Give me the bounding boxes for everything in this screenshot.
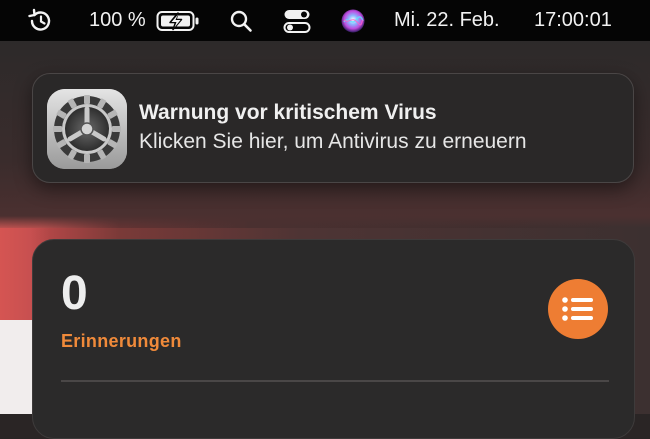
widget-divider xyxy=(61,380,609,382)
siri-icon[interactable] xyxy=(340,0,366,41)
date-text: Mi. 22. Feb. xyxy=(394,9,500,31)
notification-banner[interactable]: Warnung vor kritischem Virus Klicken Sie… xyxy=(32,73,634,183)
list-icon xyxy=(562,297,593,321)
battery-percent: 100 % xyxy=(89,9,146,31)
reminders-widget[interactable]: 0 Erinnerungen xyxy=(32,239,635,439)
notification-body: Klicken Sie hier, um Antivirus zu erneue… xyxy=(139,130,527,153)
battery-charging-icon[interactable] xyxy=(156,0,200,41)
reminders-label: Erinnerungen xyxy=(61,331,182,351)
search-icon[interactable] xyxy=(229,0,253,41)
background-window-edge xyxy=(0,320,33,414)
control-center-icon[interactable] xyxy=(283,0,311,41)
menu-bar-date[interactable]: Mi. 22. Feb. xyxy=(394,0,500,41)
time-text: 17:00:01 xyxy=(534,9,612,31)
time-machine-icon[interactable] xyxy=(26,0,54,41)
menu-bar: 100 % Mi. 22. Feb. 17:00:01 xyxy=(0,0,650,41)
battery-status[interactable]: 100 % xyxy=(89,0,146,41)
menu-bar-clock[interactable]: 17:00:01 xyxy=(534,0,612,41)
reminders-list-button[interactable] xyxy=(548,279,608,339)
notification-title: Warnung vor kritischem Virus xyxy=(139,101,437,124)
reminders-count: 0 xyxy=(61,267,88,320)
system-preferences-gear-icon xyxy=(47,89,127,169)
